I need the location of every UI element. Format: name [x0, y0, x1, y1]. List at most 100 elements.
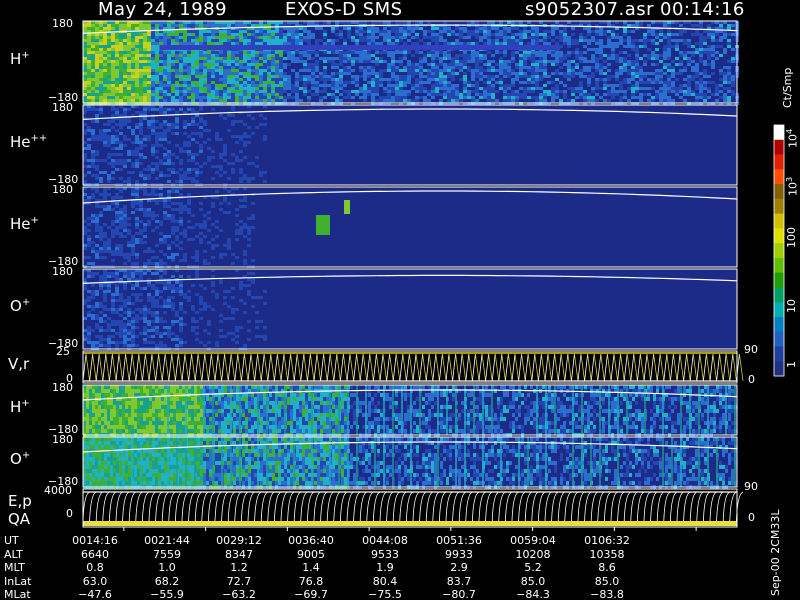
- ephemeris-cell: 68.2: [154, 574, 180, 588]
- heplus-hotspot: [316, 215, 330, 235]
- qa-label: QA: [8, 510, 31, 528]
- ephemeris-cell: 2.9: [450, 561, 468, 574]
- ephemeris-cell: 9533: [371, 547, 399, 561]
- colorbar-tick: 104: [785, 128, 800, 148]
- ephemeris-cell: 83.7: [446, 574, 472, 588]
- ephemeris-row-label: MLT: [4, 561, 25, 574]
- colorbar-swatch: [774, 331, 784, 347]
- ephemeris-row-mlt: MLT 0.8 1.0 1.2 1.4 1.9 2.9 5.2 8.6: [0, 561, 770, 574]
- hplus2-label: H+: [10, 398, 30, 416]
- ephemeris-cell: 0036:40: [288, 534, 334, 547]
- colorbar-swatch: [774, 213, 784, 229]
- heplus-label: He+: [10, 215, 39, 233]
- oplus-label: O+: [10, 297, 30, 315]
- vr-label: V,r: [8, 355, 30, 373]
- colorbar-swatch: [774, 139, 784, 156]
- colorbar-swatch: [774, 184, 784, 200]
- ephemeris-cell: 9933: [445, 547, 473, 561]
- oplus-label-charge: +: [21, 297, 31, 308]
- heplusplus-panel-background: [83, 105, 737, 185]
- hplus-label-species: H: [10, 50, 22, 68]
- ephemeris-cell: 0044:08: [362, 534, 408, 547]
- ephemeris-cell: −63.2: [222, 588, 256, 600]
- vr-left-tick: 25: [56, 345, 70, 358]
- ephemeris-cell: −55.9: [150, 588, 184, 600]
- ep-right-top: 90: [744, 480, 758, 493]
- ephemeris-cell: 63.0: [82, 574, 108, 588]
- ephemeris-cell: 0.8: [86, 561, 104, 574]
- ephemeris-cell: 72.7: [226, 574, 252, 588]
- ephemeris-cell: 85.0: [520, 574, 546, 588]
- oplus-ymax-tick: 180: [52, 265, 73, 278]
- colorbar-tick: 10: [785, 299, 798, 313]
- ephemeris-cell: 76.8: [298, 574, 324, 588]
- oplus2-label: O+: [10, 450, 30, 468]
- colorbar-tick: 100: [785, 227, 798, 248]
- ephemeris-cell: 1.4: [302, 561, 320, 574]
- colorbar-tick: 1: [785, 361, 798, 368]
- ephemeris-table: UT 0014:16 0021:44 0029:12 0036:40 0044:08 005…: [0, 531, 770, 600]
- ephemeris-cell: 5.2: [524, 561, 542, 574]
- ephemeris-cell: 0021:44: [144, 534, 190, 547]
- colorbar-swatch: [774, 198, 784, 215]
- colorbar-tick-exponent: 4: [785, 128, 794, 134]
- colorbar-swatch: [774, 154, 784, 170]
- heplusplus-ymax-tick: 180: [52, 101, 73, 114]
- ephemeris-cell: −47.6: [78, 588, 112, 600]
- hplus-ymax-tick: 180: [52, 17, 73, 30]
- hplus-label-charge: +: [21, 50, 30, 61]
- colorbar-swatch: [774, 228, 784, 244]
- colorbar-tick-exponent: 3: [785, 176, 794, 182]
- ephemeris-cell: 1.0: [158, 561, 176, 574]
- ephemeris-cell: 7559: [153, 547, 181, 561]
- colorbar-swatch: [774, 346, 784, 362]
- hplus-label: H+: [10, 50, 30, 68]
- colorbar-swatch: [774, 361, 784, 377]
- colorbar-swatch: [774, 272, 784, 288]
- ephemeris-cell: 80.4: [372, 574, 398, 588]
- colorbar-tick-base: 10: [786, 182, 800, 196]
- colorbar-swatch: [774, 302, 784, 318]
- colorbar-swatch: [774, 316, 784, 333]
- heplusplus-label-charge: ++: [30, 133, 48, 144]
- oplus2-label-charge: +: [21, 450, 31, 461]
- vr-right-bottom: 0: [748, 373, 755, 386]
- heplusplus-label: He++: [10, 133, 47, 151]
- colorbar-unit: Ct/Smp: [781, 67, 794, 108]
- colorbar-tick: 103: [785, 176, 800, 196]
- ephemeris-cell: 1.2: [230, 561, 248, 574]
- ephemeris-row-inlat: InLat 63.0 68.2 72.7 76.8 80.4 83.7 85.0 85.0: [0, 575, 770, 588]
- oplus-label-species: O: [10, 297, 22, 315]
- oplus2-ymax-tick: 180: [52, 433, 73, 446]
- colorbar-tick-base: 10: [785, 299, 798, 313]
- colorbar-swatch: [774, 287, 784, 303]
- ephemeris-cell: 8.6: [598, 561, 616, 574]
- qa-bar: [83, 521, 737, 526]
- vr-right-top: 90: [744, 343, 758, 356]
- ephemeris-cell: 8347: [225, 547, 253, 561]
- heplus-label-charge: +: [30, 215, 39, 226]
- oplus2-label-species: O: [10, 450, 22, 468]
- ephemeris-row-label: InLat: [4, 574, 32, 588]
- ephemeris-row-label: ALT: [4, 547, 23, 561]
- ephemeris-cell: −84.3: [516, 588, 550, 600]
- colorbar-swatch: [774, 257, 784, 274]
- vr-left-zero: 0: [66, 372, 73, 385]
- ephemeris-row-label: MLat: [4, 588, 31, 600]
- ephemeris-row-alt: ALT 6640 7559 8347 9005 9533 9933 10208 10358: [0, 548, 770, 561]
- ep-right-bottom: 0: [748, 511, 755, 524]
- ep-left-tick: 4000: [44, 484, 72, 497]
- ep-label: E,p: [8, 492, 32, 510]
- ephemeris-cell: 85.0: [594, 574, 620, 588]
- heplus-ymax-tick: 180: [52, 183, 73, 196]
- ephemeris-row-ut: UT 0014:16 0021:44 0029:12 0036:40 0044:08 005…: [0, 534, 770, 547]
- ephemeris-row-label: UT: [4, 534, 19, 547]
- ephemeris-cell: 0106:32: [584, 534, 630, 547]
- ephemeris-cell: 9005: [297, 547, 325, 561]
- colorbar-tick-base: 100: [785, 227, 798, 248]
- ephemeris-cell: −80.7: [442, 588, 476, 600]
- colorbar-swatch: [774, 243, 784, 259]
- spectrogram-figure: May 24, 1989 EXOS-D SMS s9052307.asr 00:…: [0, 0, 800, 600]
- ephemeris-cell: −69.7: [294, 588, 328, 600]
- hplus-band: [160, 45, 560, 50]
